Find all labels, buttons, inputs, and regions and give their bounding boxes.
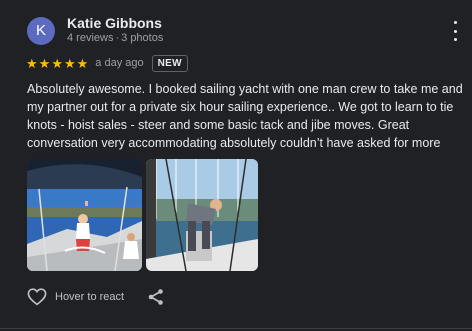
review-text: Absolutely awesome. I booked sailing yac… xyxy=(27,82,463,150)
photo-count: 3 photos xyxy=(121,32,164,44)
react-button[interactable]: Hover to react xyxy=(27,288,124,306)
reviewer-meta: 4 reviews · 3 photos xyxy=(67,32,163,44)
marina-deck-photo xyxy=(146,159,258,271)
star-icon: ★ xyxy=(26,55,38,71)
review-age: a day ago xyxy=(95,57,144,69)
more-vert-icon[interactable] xyxy=(447,20,463,42)
review-actions: Hover to react xyxy=(27,286,124,308)
divider xyxy=(0,328,472,329)
share-icon xyxy=(148,289,163,305)
review-count: 4 reviews xyxy=(67,32,114,44)
star-icon: ★ xyxy=(63,55,76,71)
new-badge: NEW xyxy=(151,54,188,72)
review-photo-1[interactable] xyxy=(27,159,142,271)
review-photo-2[interactable] xyxy=(146,159,258,271)
react-label: Hover to react xyxy=(55,291,125,303)
heart-outline-icon xyxy=(27,288,47,306)
sailing-yacht-photo xyxy=(27,159,142,271)
star-icon: ★ xyxy=(51,55,63,71)
meta-separator: · xyxy=(115,32,120,44)
star-rating: ★ ★ ★ ★ ★ xyxy=(26,57,89,70)
rating-row: ★ ★ ★ ★ ★ a day ago NEW xyxy=(26,54,188,72)
star-icon: ★ xyxy=(76,55,89,71)
reviewer-name[interactable]: Katie Gibbons xyxy=(67,15,162,31)
avatar[interactable]: K xyxy=(27,17,55,45)
star-icon: ★ xyxy=(38,55,51,71)
review-card: K Katie Gibbons 4 reviews · 3 photos ★ ★ ★… xyxy=(0,0,472,331)
share-button[interactable] xyxy=(147,288,165,311)
